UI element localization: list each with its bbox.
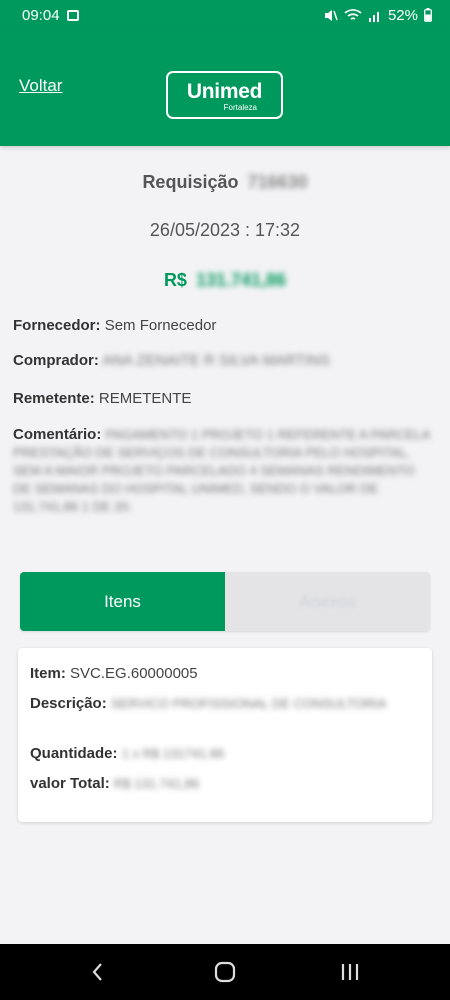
status-bar: 09:04 52% (0, 0, 450, 30)
status-icons: 52% (323, 7, 432, 24)
comprador-label: Comprador: (13, 352, 99, 369)
remetente-label: Remetente: (13, 390, 95, 407)
quantidade-value: 1 x R$ 131741.86 (121, 746, 225, 761)
nav-back-button[interactable] (68, 944, 128, 1000)
quantidade-row: Quantidade: 1 x R$ 131741.86 (30, 744, 420, 763)
request-number: 716630 (247, 172, 308, 192)
remetente-value: REMETENTE (98, 390, 192, 407)
tab-anexos-label: Anexos (299, 591, 356, 611)
status-time: 09:04 (22, 6, 60, 24)
fornecedor-value: Sem Fornecedor (104, 317, 217, 334)
request-datetime: 26/05/2023 : 17:32 (149, 220, 301, 240)
unimed-logo: Unimed Fortaleza (166, 71, 283, 119)
app-header: Voltar Unimed Fortaleza (0, 30, 450, 146)
signal-icon (368, 9, 382, 22)
valor-total-value: R$ 131.741,86 (113, 776, 200, 791)
request-title-label: Requisição (142, 172, 239, 192)
valor-total-label: valor Total: (30, 775, 110, 792)
valor-total-row: valor Total: R$ 131.741,86 (30, 774, 420, 793)
detail-tabs: Itens Anexos (20, 572, 430, 631)
wifi-icon (344, 8, 362, 22)
chevron-left-icon (92, 963, 102, 981)
comentario-field: Comentário: PAGAMENTO 1 PROJETO 1 REFERE… (13, 426, 433, 516)
battery-icon (424, 8, 432, 22)
request-amount: R$ 131.741,86 (0, 270, 450, 291)
fornecedor-label: Fornecedor: (13, 317, 101, 334)
system-nav-bar (0, 944, 450, 1000)
item-label: Item: (30, 665, 66, 682)
descricao-label: Descrição: (30, 695, 107, 712)
item-value: SVC.EG.60000005 (70, 665, 198, 682)
home-icon (214, 961, 236, 983)
quantidade-label: Quantidade: (30, 745, 118, 762)
comprador-field: Comprador: ANA ZENAITE R SILVA MARTINS (13, 351, 433, 370)
comentario-label: Comentário: (13, 426, 102, 443)
tab-itens[interactable]: Itens (20, 572, 225, 631)
comprador-value: ANA ZENAITE R SILVA MARTINS (102, 352, 330, 369)
currency-symbol: R$ (163, 270, 187, 290)
remetente-field: Remetente: REMETENTE (13, 389, 433, 408)
mute-icon (323, 8, 338, 23)
item-card[interactable]: Item: SVC.EG.60000005 Descrição: SERVICO… (18, 648, 432, 822)
logo-main-text: Unimed (186, 80, 263, 103)
battery-percent: 52% (387, 6, 418, 24)
amount-value: 131.741,86 (195, 270, 287, 290)
request-title: Requisição 716630 (0, 172, 450, 193)
fornecedor-field: Fornecedor: Sem Fornecedor (13, 316, 433, 335)
descricao-value: SERVICO PROFISSIONAL DE CONSULTORIA (110, 696, 387, 711)
tab-itens-label: Itens (104, 591, 141, 611)
descricao-row: Descrição: SERVICO PROFISSIONAL DE CONSU… (30, 694, 420, 714)
nav-home-button[interactable] (195, 944, 255, 1000)
logo-sub-text: Fortaleza (223, 103, 257, 112)
item-row: Item: SVC.EG.60000005 (30, 664, 420, 683)
nav-recents-button[interactable] (320, 944, 380, 1000)
back-link[interactable]: Voltar (19, 76, 62, 96)
recents-icon (341, 964, 359, 980)
image-notification-icon (66, 9, 79, 21)
tab-anexos[interactable]: Anexos (225, 572, 430, 631)
